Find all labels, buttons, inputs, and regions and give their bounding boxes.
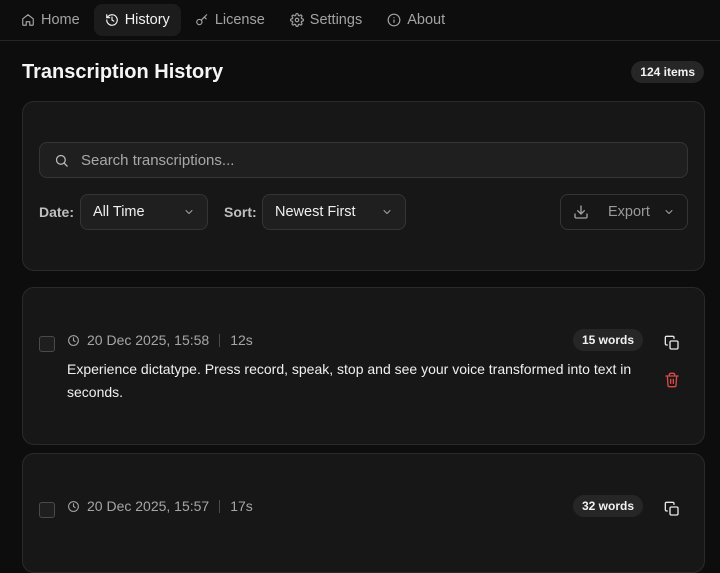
info-icon	[387, 13, 401, 27]
chevron-down-icon	[185, 210, 193, 214]
export-button[interactable]: Export	[560, 194, 688, 230]
sort-select[interactable]: Newest First	[262, 194, 406, 230]
sort-value: Newest First	[275, 204, 356, 220]
nav-history[interactable]: History	[93, 4, 181, 36]
date-filter-label: Date:	[39, 204, 75, 220]
search-box[interactable]	[39, 142, 688, 178]
copy-button[interactable]	[662, 333, 682, 353]
export-label: Export	[608, 204, 650, 220]
sort-label: Sort:	[224, 204, 257, 220]
top-nav: Home History License Settings About	[0, 0, 720, 41]
history-icon	[105, 14, 118, 26]
nav-home[interactable]: Home	[10, 4, 91, 36]
word-count-badge: 32 words	[572, 495, 643, 517]
items-count-badge: 124 items	[631, 61, 704, 83]
copy-icon	[664, 335, 679, 350]
transcription-card: 20 Dec 2025, 15:58 12s 15 words Experien…	[22, 287, 705, 445]
entry-duration: 17s	[230, 498, 253, 514]
trash-icon	[665, 372, 679, 388]
copy-button[interactable]	[662, 499, 682, 519]
select-checkbox[interactable]	[39, 502, 55, 518]
chevron-down-icon	[665, 210, 673, 214]
chevron-down-icon	[383, 210, 391, 214]
entry-meta: 20 Dec 2025, 15:58 12s	[67, 332, 253, 348]
nav-license-label: License	[214, 12, 265, 28]
nav-license[interactable]: License	[184, 4, 276, 36]
clock-icon	[68, 334, 79, 346]
meta-divider	[219, 333, 221, 347]
entry-date: 20 Dec 2025, 15:57	[87, 498, 210, 514]
key-icon	[195, 14, 208, 26]
download-icon	[574, 205, 588, 219]
date-filter-value: All Time	[93, 204, 145, 220]
date-filter-select[interactable]: All Time	[80, 194, 208, 230]
gear-icon	[289, 13, 304, 27]
entry-date: 20 Dec 2025, 15:58	[87, 332, 210, 348]
nav-about[interactable]: About	[376, 4, 456, 36]
filter-panel: Date: All Time Sort: Newest First Export	[22, 101, 705, 271]
nav-about-label: About	[407, 12, 446, 28]
entry-text: Experience dictatype. Press record, spea…	[67, 361, 632, 400]
nav-home-label: Home	[41, 12, 80, 28]
page-title: Transcription History	[22, 60, 224, 83]
nav-history-label: History	[124, 12, 170, 28]
select-checkbox[interactable]	[39, 336, 55, 352]
home-icon	[22, 14, 34, 26]
filter-row: Date: All Time Sort: Newest First Export	[39, 194, 688, 230]
search-icon	[55, 154, 68, 167]
meta-divider	[219, 499, 221, 513]
word-count-badge: 15 words	[572, 329, 643, 351]
entry-duration: 12s	[230, 332, 253, 348]
nav-settings[interactable]: Settings	[279, 4, 373, 36]
clock-icon	[68, 500, 79, 512]
copy-icon	[664, 501, 679, 516]
page-header: Transcription History 124 items	[0, 61, 720, 83]
nav-settings-label: Settings	[309, 12, 363, 28]
delete-button[interactable]	[662, 370, 682, 390]
transcription-card: 20 Dec 2025, 15:57 17s 32 words	[22, 453, 705, 573]
search-input[interactable]	[81, 151, 687, 169]
entry-meta: 20 Dec 2025, 15:57 17s	[67, 498, 253, 514]
